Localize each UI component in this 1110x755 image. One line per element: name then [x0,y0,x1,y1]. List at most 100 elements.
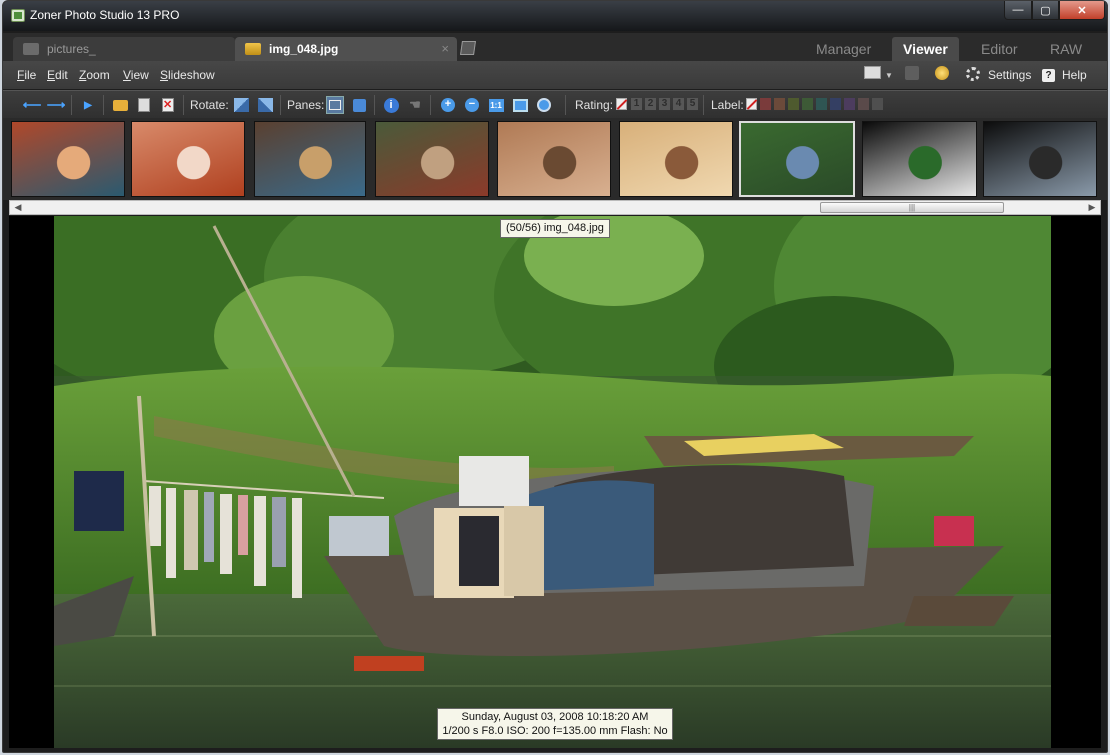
zoom-tool-icon[interactable] [535,96,553,114]
maximize-button[interactable]: ▢ [1032,1,1059,20]
image-icon [245,43,261,55]
menu-view[interactable]: View [123,68,149,82]
scroll-left-icon[interactable]: ◀ [10,201,26,214]
app-logo-icon [11,9,25,22]
menu-slideshow[interactable]: Slideshow [160,68,215,82]
label-color-2-button[interactable] [774,98,785,110]
key-button[interactable] [935,66,949,84]
minimize-button[interactable]: — [1004,1,1032,20]
panes-label: Panes: [287,98,325,112]
divider [565,95,566,115]
label-none-button[interactable] [746,98,757,110]
panes-grid-icon[interactable] [326,96,344,114]
tab-raw[interactable]: RAW [1039,37,1093,61]
menu-accel: E [47,68,56,82]
image-icon [864,66,881,79]
thumbnail-insect-dark[interactable] [983,121,1097,197]
thumbnail-spice-bowls[interactable] [254,121,366,197]
chevron-down-icon[interactable]: ▼ [885,71,893,89]
actual-size-icon[interactable]: 1:1 [487,96,505,114]
filmstrip-scrollbar[interactable]: ◀ ||| ▶ [9,200,1101,215]
window-title: Zoner Photo Studio 13 PRO [30,8,180,22]
thumbnail-children-playing[interactable] [11,121,125,197]
panes-info-icon[interactable] [350,96,368,114]
app-window: Zoner Photo Studio 13 PRO — ▢ ✕ pictures… [2,0,1108,753]
toolbar: ⟵ ⟶ ▶ ✕ Rotate: Panes: i ☚ + − 1:1 Ratin… [3,90,1107,118]
thumbnail-birds-green[interactable] [862,121,977,197]
fit-to-window-icon[interactable] [511,96,529,114]
rating-label: Rating: [575,98,614,112]
tab-label: img_048.jpg [269,42,339,56]
rating-5-button[interactable]: 5 [687,98,698,110]
menu-label: oom [86,68,110,82]
zoom-in-icon[interactable]: + [439,96,457,114]
tab-image[interactable]: img_048.jpg × [235,37,457,61]
settings-button[interactable]: Settings [988,68,1031,82]
rating-none-button[interactable] [616,98,627,110]
label-color-3-button[interactable] [788,98,799,110]
menu-label: iew [130,68,149,82]
edit-hand-icon[interactable]: ☚ [406,96,424,114]
menu-accel: S [160,68,169,82]
menu-file[interactable]: File [17,68,36,82]
thumbnail-boat-river[interactable] [739,121,855,197]
exif-settings: 1/200 s F8.0 ISO: 200 f=135.00 mm Flash:… [442,725,668,737]
rating-1-button[interactable]: 1 [631,98,642,110]
label-color-4-button[interactable] [802,98,813,110]
thumbnail-monkey-2[interactable] [619,121,733,197]
exif-tooltip: Sunday, August 03, 2008 10:18:20 AM 1/20… [437,708,673,740]
info-icon[interactable]: i [382,96,400,114]
help-icon[interactable]: ? [1042,69,1055,87]
thumbnail-sleeping-child[interactable] [131,121,245,197]
open-folder-icon[interactable] [111,96,129,114]
divider [103,95,104,115]
tab-viewer[interactable]: Viewer [892,37,959,61]
label-label: Label: [711,98,744,112]
divider [430,95,431,115]
divider [71,95,72,115]
rotate-left-icon[interactable] [232,96,250,114]
play-icon[interactable]: ▶ [79,96,97,114]
menu-label: lideshow [168,68,215,82]
label-color-6-button[interactable] [830,98,841,110]
scroll-right-icon[interactable]: ▶ [1084,201,1100,214]
main-photo [54,216,1051,748]
image-viewer[interactable] [9,216,1101,748]
tab-close-icon[interactable]: × [441,41,449,56]
thumbnail-market-stall[interactable] [375,121,489,197]
thumbnail-monkey-1[interactable] [497,121,611,197]
label-color-7-button[interactable] [844,98,855,110]
menu-label: dit [55,68,68,82]
title-bar: Zoner Photo Studio 13 PRO — ▢ ✕ [3,1,1107,31]
help-button[interactable]: Help [1062,68,1087,82]
rating-2-button[interactable]: 2 [645,98,656,110]
gear-icon[interactable] [966,67,980,85]
rotate-right-icon[interactable] [256,96,274,114]
tab-editor[interactable]: Editor [970,37,1029,61]
back-arrow-icon[interactable]: ⟵ [23,96,42,114]
divider [703,95,704,115]
zoom-out-icon[interactable]: − [463,96,481,114]
copy-icon[interactable] [135,96,153,114]
stack-button[interactable] [905,66,919,84]
label-color-8-button[interactable] [858,98,869,110]
menu-edit[interactable]: Edit [47,68,68,82]
label-color-5-button[interactable] [816,98,827,110]
label-color-9-button[interactable] [872,98,883,110]
edit-icon[interactable] [460,41,476,55]
rating-4-button[interactable]: 4 [673,98,684,110]
stack-icon [905,66,919,80]
delete-icon[interactable]: ✕ [159,96,177,114]
forward-arrow-icon[interactable]: ⟶ [47,96,66,114]
tab-bar: pictures_ img_048.jpg × Manager Viewer E… [3,33,1107,61]
menu-zoom[interactable]: Zoom [79,68,110,82]
scroll-thumb[interactable]: ||| [820,202,1004,213]
label-color-1-button[interactable] [760,98,771,110]
tab-manager[interactable]: Manager [805,37,882,61]
close-button[interactable]: ✕ [1059,1,1105,20]
rating-3-button[interactable]: 3 [659,98,670,110]
image-menu-button[interactable] [864,66,881,84]
key-icon [935,66,949,80]
divider [374,95,375,115]
tab-pictures[interactable]: pictures_ [13,37,235,61]
